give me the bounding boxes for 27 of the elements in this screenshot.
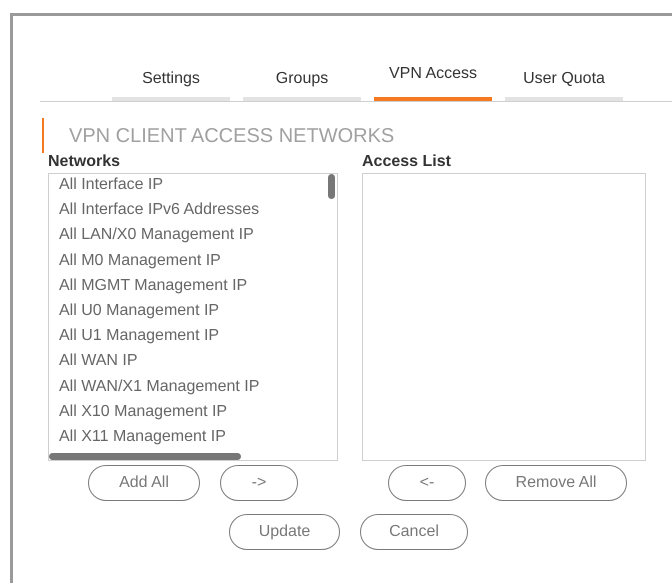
add-button[interactable]: -> — [220, 465, 298, 501]
tab[interactable]: User Quota — [505, 58, 623, 101]
tab[interactable]: VPN Access — [374, 58, 492, 101]
network-option[interactable]: All Interface IP — [59, 174, 337, 200]
network-option[interactable]: All X11 Management IP — [59, 426, 337, 452]
networks-listbox[interactable] — [48, 173, 338, 461]
update-button[interactable]: Update — [229, 514, 340, 550]
add-all-button[interactable]: Add All — [88, 465, 200, 501]
remove-button[interactable]: <- — [388, 465, 466, 501]
tab[interactable]: Groups — [243, 58, 361, 101]
access-list-label: Access List — [362, 153, 452, 171]
network-option[interactable]: All Interface IPv6 Addresses — [59, 199, 337, 224]
cancel-button[interactable]: Cancel — [360, 514, 468, 550]
network-option[interactable]: All WAN IP — [59, 350, 337, 376]
horizontal-scrollbar[interactable] — [49, 453, 241, 460]
network-option[interactable]: All U1 Management IP — [59, 325, 337, 350]
tab[interactable]: Settings — [112, 58, 230, 101]
section-title: VPN CLIENT ACCESS NETWORKS — [69, 124, 394, 148]
network-option[interactable]: All U0 Management IP — [59, 300, 337, 326]
network-option[interactable]: All MGMT Management IP — [59, 274, 337, 300]
vertical-scrollbar[interactable] — [328, 174, 335, 199]
network-option[interactable]: All WAN/X1 Management IP — [59, 376, 337, 401]
remove-all-button[interactable]: Remove All — [485, 465, 627, 501]
network-option[interactable]: All X10 Management IP — [59, 400, 337, 426]
network-option[interactable]: All LAN/X0 Management IP — [59, 224, 337, 250]
networks-label: Networks — [48, 153, 122, 171]
network-option[interactable]: All M0 Management IP — [59, 250, 337, 275]
